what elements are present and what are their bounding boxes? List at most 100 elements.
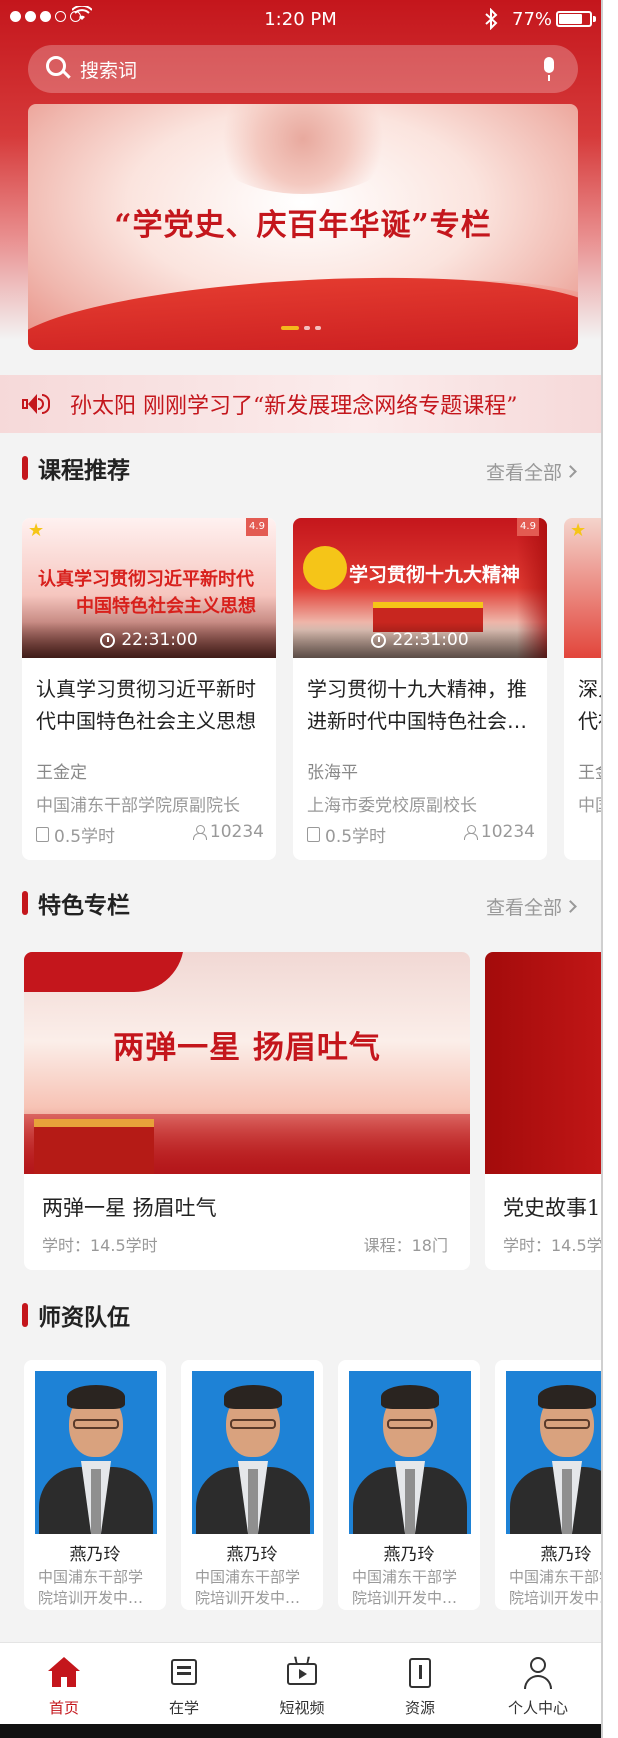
teacher-name: 燕乃玲 (69, 1545, 121, 1565)
teacher-name: 燕乃玲 (226, 1545, 278, 1565)
search-input[interactable]: 搜索词 (80, 56, 137, 83)
video-duration: 22:31:00 (22, 630, 276, 650)
star-icon: ★ (570, 520, 587, 541)
section-marker (22, 456, 28, 480)
course-thumbnail: ★ (564, 518, 601, 658)
column-title: 党史故事10 (503, 1196, 601, 1220)
course-teacher-org: 中国浦东干部学院原副院长 (36, 796, 240, 816)
banner-carousel[interactable]: “学党史、庆百年华诞”专栏 (28, 104, 578, 350)
bottom-tab-bar: 首页 在学 短视频 资源 个人中心 (0, 1642, 601, 1724)
tab-label: 在学 (168, 1699, 199, 1717)
section-title-teachers: 师资队伍 (22, 1300, 130, 1331)
chevron-right-icon (564, 465, 577, 478)
tab-resources[interactable]: 资源 (360, 1643, 480, 1725)
teacher-org: 中国浦东干部学院培训开发中… (195, 1568, 301, 1607)
teacher-card[interactable]: 燕乃玲 中国浦东干部学院培训开发中… (338, 1360, 480, 1610)
resource-icon (404, 1657, 436, 1689)
status-time: 1:20 PM (264, 9, 337, 30)
tab-short-video[interactable]: 短视频 (242, 1643, 362, 1725)
carousel-indicators (281, 326, 321, 330)
view-all-label: 查看全部 (485, 897, 562, 919)
tab-label: 资源 (404, 1699, 435, 1717)
video-duration: 22:31:00 (293, 630, 547, 650)
people-icon (463, 825, 478, 840)
column-thumbnail: 两弹一星 扬眉吐气 (24, 952, 470, 1174)
course-teacher: 王金定 (36, 763, 87, 783)
teacher-org: 中国浦东干部学院培训开发中… (352, 1568, 458, 1607)
column-hours: 学时：14.5学时 (42, 1236, 158, 1255)
course-card[interactable]: ★ 认真学习贯彻习近平新时代 中国特色社会主义思想 4.9 22:31:00 认… (22, 518, 276, 860)
column-card[interactable]: 党史故事10 学时：14.5学 (485, 952, 601, 1270)
app-screen: 1:20 PM 77% 搜索词 “学党史、庆百年华诞”专栏 孙太阳 刚刚学习了“… (0, 0, 601, 1738)
hours-text: 0.5学时 (325, 827, 387, 847)
banner-title: “学党史、庆百年华诞”专栏 (114, 208, 492, 243)
book-icon (168, 1657, 200, 1689)
column-thumbnail (485, 952, 601, 1174)
course-learners: 10234 (463, 822, 535, 842)
teacher-photo (349, 1371, 471, 1534)
rating-badge: 4.9 (246, 518, 268, 536)
teacher-name: 燕乃玲 (540, 1545, 592, 1565)
battery-percent: 77% (512, 9, 553, 30)
course-card[interactable]: ★ 深入 代社 王金 中国 (564, 518, 601, 860)
course-title-line: 深入 (578, 677, 601, 701)
course-teacher-org: 上海市委党校原副校长 (307, 796, 477, 816)
clock-icon (100, 632, 116, 648)
thumbnail-heading: 两弹一星 扬眉吐气 (113, 1030, 381, 1066)
teacher-org: 中国浦东干部学院培训开发中… (509, 1568, 601, 1607)
window-edge (601, 0, 618, 1738)
tab-home[interactable]: 首页 (4, 1643, 124, 1725)
people-icon (192, 825, 207, 840)
tab-label: 首页 (48, 1699, 79, 1717)
carousel-dot[interactable] (304, 326, 310, 330)
learners-text: 10234 (209, 822, 264, 842)
view-all-columns-link[interactable]: 查看全部 (485, 893, 577, 920)
tiananmen-illustration (34, 1119, 154, 1174)
tab-label: 个人中心 (507, 1699, 568, 1717)
microphone-icon[interactable] (542, 57, 556, 81)
party-emblem-icon (303, 546, 347, 590)
column-card[interactable]: 两弹一星 扬眉吐气 两弹一星 扬眉吐气 学时：14.5学时 课程：18门 (24, 952, 470, 1270)
teacher-org: 中国浦东干部学院培训开发中… (38, 1568, 144, 1607)
teacher-card[interactable]: 燕乃玲 中国浦东干部学院培训开发中… (495, 1360, 601, 1610)
battery-icon (556, 11, 596, 27)
home-icon (48, 1657, 80, 1689)
user-icon (522, 1657, 554, 1689)
tab-profile[interactable]: 个人中心 (478, 1643, 598, 1725)
course-teacher-org: 中国 (578, 796, 601, 816)
search-icon (46, 56, 72, 82)
chevron-right-icon (564, 900, 577, 913)
carousel-dot[interactable] (281, 326, 299, 330)
home-indicator-area (0, 1724, 601, 1738)
course-hours: 0.5学时 (307, 822, 386, 847)
rating-badge: 4.9 (517, 518, 539, 536)
star-icon: ★ (28, 520, 45, 541)
status-bar: 1:20 PM 77% (0, 0, 601, 40)
teacher-photo (192, 1371, 314, 1534)
tab-label: 短视频 (279, 1699, 325, 1717)
course-card[interactable]: 学习贯彻十九大精神 4.9 22:31:00 学习贯彻十九大精神，推进新时代中国… (293, 518, 547, 860)
notice-text: 孙太阳 刚刚学习了“新发展理念网络专题课程” (70, 394, 518, 419)
teacher-photo (506, 1371, 601, 1534)
teacher-card[interactable]: 燕乃玲 中国浦东干部学院培训开发中… (181, 1360, 323, 1610)
learners-text: 10234 (480, 822, 535, 842)
activity-notice[interactable]: 孙太阳 刚刚学习了“新发展理念网络专题课程” (0, 375, 601, 433)
section-label: 课程推荐 (38, 457, 130, 484)
speaker-icon (22, 392, 50, 416)
course-teacher: 王金 (578, 763, 601, 783)
thumbnail-streamer (24, 952, 184, 992)
document-icon (36, 827, 49, 842)
tab-studying[interactable]: 在学 (124, 1643, 244, 1725)
search-bar[interactable]: 搜索词 (28, 45, 578, 93)
course-title: 学习贯彻十九大精神，推进新时代中国特色社会… (307, 677, 527, 733)
course-title: 深入 代社 (578, 673, 601, 737)
course-hours: 0.5学时 (36, 822, 115, 847)
course-thumbnail: 学习贯彻十九大精神 4.9 22:31:00 (293, 518, 547, 658)
view-all-courses-link[interactable]: 查看全部 (486, 458, 577, 485)
course-title: 认真学习贯彻习近平新时代中国特色社会主义思想 (36, 677, 256, 733)
clock-icon (371, 632, 387, 648)
course-learners: 10234 (192, 822, 264, 842)
section-title-columns: 特色专栏 (22, 888, 130, 919)
teacher-card[interactable]: 燕乃玲 中国浦东干部学院培训开发中… (24, 1360, 166, 1610)
carousel-dot[interactable] (315, 326, 321, 330)
